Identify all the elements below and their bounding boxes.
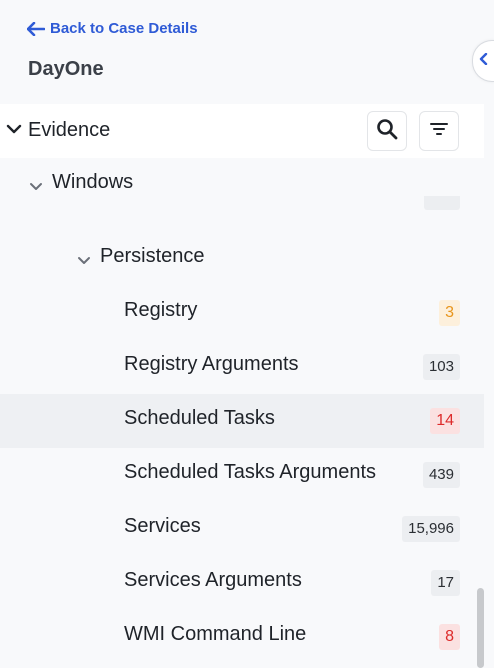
back-link-label: Back to Case Details (50, 20, 198, 37)
tree-leaf-wmi-command-line[interactable]: WMI Command Line 8 (0, 610, 484, 658)
clipped-tree-row: ▔▔▔▔ (0, 196, 484, 218)
case-title: DayOne (28, 58, 104, 80)
scrollbar-thumb[interactable] (477, 588, 484, 668)
count-badge: 15,996 (402, 516, 460, 542)
tree-leaf-label: Services Arguments (124, 569, 302, 591)
filter-icon (429, 121, 449, 142)
tree-leaf-services[interactable]: Services 15,996 (0, 502, 484, 556)
tree-leaf-scheduled-tasks-arguments[interactable]: Scheduled Tasks Arguments 439 (0, 448, 484, 502)
count-badge: 14 (430, 408, 460, 434)
tree-leaf-label: WMI Command Line (124, 623, 307, 645)
tree-node-persistence[interactable]: Persistence (0, 232, 484, 286)
tree-node-label: Windows (52, 171, 134, 193)
filter-button[interactable] (419, 111, 459, 151)
tree-leaf-registry[interactable]: Registry 3 (0, 286, 484, 340)
evidence-tree: Windows ▔▔▔▔ Persistence Registry 3 Regi… (0, 158, 484, 658)
search-button[interactable] (367, 111, 407, 151)
tree-leaf-label: Registry (124, 299, 198, 321)
tree-leaf-label: Scheduled Tasks (124, 407, 275, 429)
count-badge: 17 (431, 570, 460, 596)
search-icon (376, 118, 398, 145)
evidence-header: Evidence (0, 104, 484, 158)
arrow-left-icon (27, 21, 45, 36)
evidence-label[interactable]: Evidence (28, 119, 110, 142)
chevron-left-icon (479, 52, 489, 70)
count-badge: 3 (439, 300, 460, 326)
count-badge: 103 (422, 354, 460, 380)
tree-leaf-label: Scheduled Tasks Arguments (124, 461, 377, 483)
chevron-down-icon[interactable] (6, 122, 22, 140)
chevron-down-icon (77, 253, 91, 271)
tree-leaf-label: Registry Arguments (124, 353, 299, 375)
count-badge: 8 (439, 624, 460, 650)
chevron-down-icon (29, 179, 43, 197)
tree-node-label: Persistence (100, 245, 205, 267)
count-badge: 439 (422, 462, 460, 488)
tree-leaf-scheduled-tasks[interactable]: Scheduled Tasks 14 (0, 394, 484, 448)
tree-leaf-registry-arguments[interactable]: Registry Arguments 103 (0, 340, 484, 394)
tree-leaf-services-arguments[interactable]: Services Arguments 17 (0, 556, 484, 610)
tree-leaf-label: Services (124, 515, 201, 537)
collapse-panel-button[interactable] (472, 40, 494, 82)
back-to-case-details-link[interactable]: Back to Case Details (27, 20, 198, 37)
